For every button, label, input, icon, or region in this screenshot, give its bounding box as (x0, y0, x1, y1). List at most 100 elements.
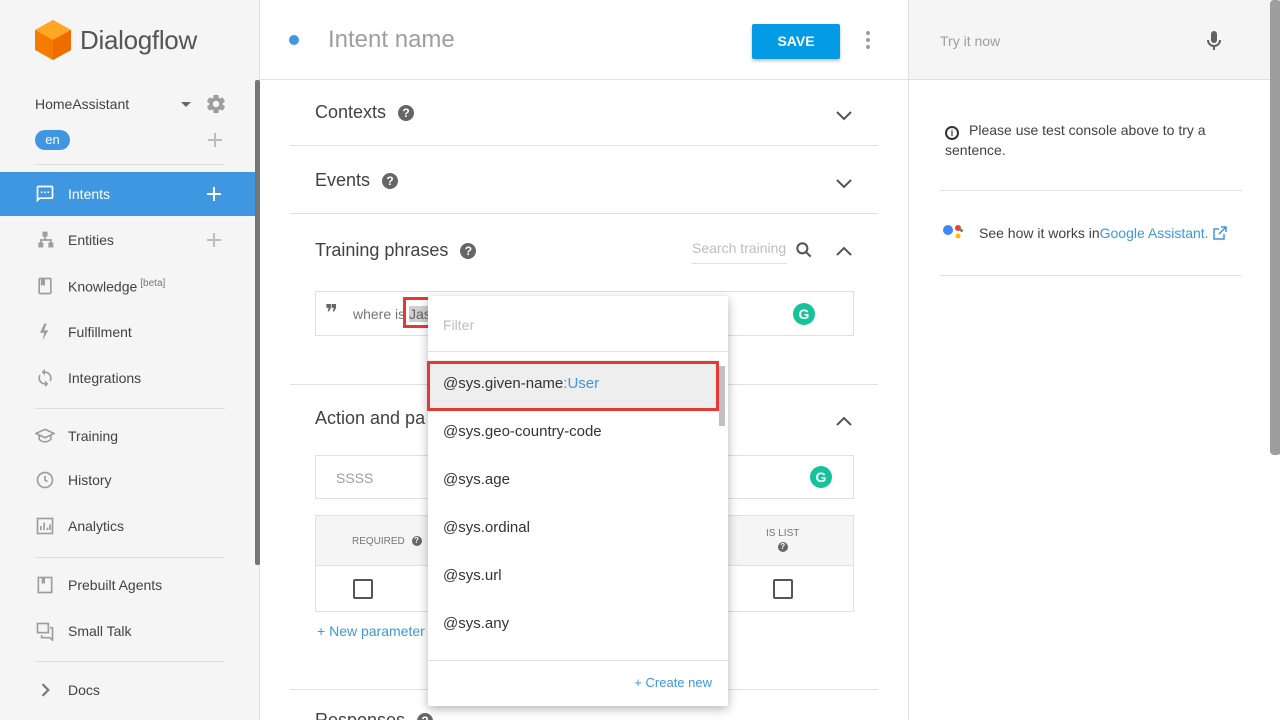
sidebar-item-entities[interactable]: Entities (0, 218, 255, 262)
filter-placeholder: Filter (443, 317, 475, 333)
divider (35, 164, 225, 165)
lightning-icon (40, 323, 49, 341)
chevron-down-icon (181, 101, 191, 107)
sidebar-item-training[interactable]: Training (0, 414, 255, 458)
dialogflow-logo-icon (35, 20, 71, 60)
section-title: Events? (315, 170, 399, 191)
help-icon[interactable]: ? (460, 243, 477, 260)
add-intent-icon[interactable] (206, 186, 222, 202)
help-icon[interactable]: ? (777, 542, 788, 552)
sidebar-item-label: Integrations (68, 370, 142, 386)
brand-name: Dialogflow (80, 24, 197, 55)
sidebar-item-label: Knowledge [beta] (68, 277, 166, 295)
search-training-input[interactable]: Search training (692, 240, 787, 264)
required-checkbox[interactable] (353, 579, 373, 599)
sidebar-item-label: Fulfillment (68, 324, 132, 340)
brand[interactable]: Dialogflow (35, 20, 197, 60)
grammarly-icon[interactable]: G (793, 303, 815, 325)
contexts-section[interactable]: Contexts? (290, 80, 878, 146)
chevron-down-icon[interactable] (834, 173, 854, 193)
sidebar-item-label: Docs (68, 682, 100, 698)
book-bookmark-icon (37, 576, 53, 594)
help-icon[interactable]: ? (382, 173, 399, 190)
gear-icon[interactable] (205, 93, 227, 115)
chevron-down-icon[interactable] (834, 105, 854, 125)
dialogflow-app: Dialogflow HomeAssistant en Intents Enti… (0, 0, 1280, 720)
save-button[interactable]: SAVE (752, 24, 840, 59)
try-it-now-bar[interactable]: Try it now (909, 0, 1280, 80)
events-section[interactable]: Events? (290, 146, 878, 214)
try-it-now-input[interactable]: Try it now (940, 33, 1000, 49)
divider (940, 190, 1242, 191)
intent-header: Intent name SAVE (260, 0, 908, 80)
sidebar-item-label: History (68, 472, 112, 488)
responses-title: Responses? (315, 710, 434, 720)
status-dot (289, 35, 299, 45)
grammarly-icon[interactable]: G (810, 466, 832, 488)
sidebar-item-integrations[interactable]: Integrations (0, 356, 255, 400)
agent-selector[interactable]: HomeAssistant (35, 94, 227, 114)
console-info: i Please use test console above to try a … (945, 122, 1206, 158)
entity-option[interactable]: @sys.age (428, 456, 718, 504)
microphone-icon[interactable] (1205, 30, 1223, 52)
chevron-up-icon[interactable] (834, 412, 854, 432)
intent-name-input[interactable]: Intent name (328, 26, 455, 54)
col-is-list: IS LIST? (766, 528, 800, 552)
sidebar-item-intents[interactable]: Intents (0, 172, 255, 216)
sidebar-item-small-talk[interactable]: Small Talk (0, 609, 255, 653)
language-chip[interactable]: en (35, 130, 70, 150)
chat-icon (36, 185, 54, 203)
scrollbar-thumb[interactable] (719, 366, 725, 426)
entity-option[interactable]: @sys.geo-country-code (428, 408, 718, 456)
section-title: Action and pa (315, 408, 426, 428)
divider (940, 275, 1242, 276)
quote-icon: ❞ (325, 300, 338, 325)
google-assistant-link[interactable]: Google Assistant. (1100, 225, 1209, 241)
sidebar-item-label: Intents (68, 186, 111, 202)
is-list-checkbox[interactable] (773, 579, 793, 599)
help-icon[interactable]: ? (417, 713, 434, 720)
dropdown-footer: + Create new (428, 660, 728, 706)
entity-option[interactable]: @sys.any (428, 600, 718, 648)
chevron-up-icon[interactable] (834, 242, 854, 262)
sidebar-item-fulfillment[interactable]: Fulfillment (0, 310, 255, 354)
more-vert-icon[interactable] (865, 30, 871, 50)
sidebar-item-analytics[interactable]: Analytics (0, 504, 255, 548)
book-icon (38, 277, 52, 295)
graduation-cap-icon (35, 428, 55, 443)
section-title: Contexts? (315, 102, 415, 123)
sync-icon (38, 368, 52, 388)
sidebar: Dialogflow HomeAssistant en Intents Enti… (0, 0, 260, 720)
clock-icon (36, 471, 54, 489)
new-parameter-link[interactable]: + New parameter (317, 623, 425, 639)
help-icon[interactable]: ? (411, 536, 422, 547)
sidebar-item-label: Training (68, 428, 119, 444)
add-language-icon[interactable] (207, 132, 223, 148)
chat-bubbles-icon (36, 622, 54, 641)
beta-badge: [beta] (140, 277, 166, 289)
sidebar-item-label: Small Talk (68, 623, 132, 639)
sitemap-icon (38, 231, 54, 248)
add-entity-icon[interactable] (206, 232, 222, 248)
col-required: REQUIRED ? (352, 536, 422, 547)
entity-filter-input[interactable]: Filter (428, 296, 728, 352)
selected-option-annotation-box (427, 361, 719, 411)
entity-dropdown: Filter @sys.given-name:User @sys.geo-cou… (428, 296, 728, 706)
section-title: Training phrases? (315, 240, 477, 261)
entity-option[interactable]: @sys.url (428, 552, 718, 600)
sidebar-item-label: Entities (68, 232, 114, 248)
help-icon[interactable]: ? (398, 105, 415, 122)
sidebar-item-knowledge[interactable]: Knowledge [beta] (0, 264, 255, 308)
entity-option[interactable]: @sys.ordinal (428, 504, 718, 552)
sidebar-item-docs[interactable]: Docs (0, 668, 255, 712)
test-console: Try it now i Please use test console abov… (908, 0, 1280, 720)
divider (35, 557, 225, 558)
page-scrollbar[interactable] (1270, 0, 1280, 455)
sidebar-item-prebuilt-agents[interactable]: Prebuilt Agents (0, 563, 255, 607)
external-link-icon[interactable] (1212, 226, 1227, 240)
agent-name: HomeAssistant (35, 96, 130, 112)
create-new-link[interactable]: + Create new (634, 675, 712, 690)
search-icon[interactable] (794, 240, 814, 260)
sidebar-item-history[interactable]: History (0, 458, 255, 502)
info-icon: i (945, 126, 959, 140)
